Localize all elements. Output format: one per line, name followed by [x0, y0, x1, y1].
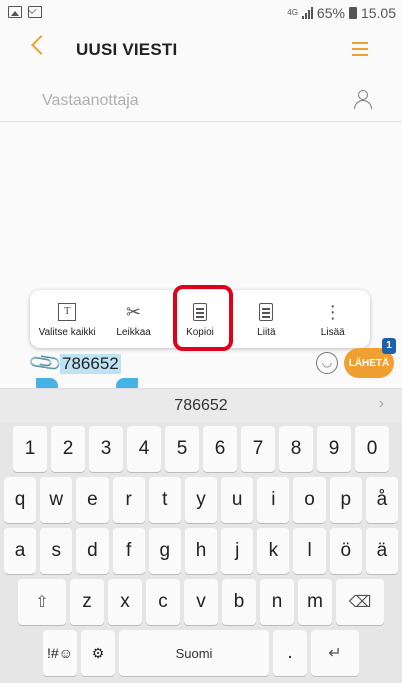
more-button[interactable]: ⋮ Lisää: [304, 293, 362, 345]
message-input[interactable]: 786652: [60, 354, 121, 374]
key[interactable]: c: [146, 579, 180, 625]
cut-label: Leikkaa: [116, 327, 151, 338]
back-arrow-icon[interactable]: [31, 35, 51, 55]
symbols-key[interactable]: !#☺: [43, 630, 77, 676]
paperclip-icon[interactable]: 📎: [27, 344, 65, 382]
key[interactable]: ö: [329, 528, 362, 574]
key[interactable]: b: [222, 579, 256, 625]
contact-icon[interactable]: [354, 90, 372, 110]
key[interactable]: a: [3, 528, 37, 574]
key[interactable]: 9: [317, 426, 351, 472]
key[interactable]: d: [76, 528, 109, 574]
notification-icons: [8, 6, 42, 18]
settings-gear-icon[interactable]: ⚙: [81, 630, 115, 676]
key[interactable]: 8: [279, 426, 313, 472]
select-all-icon: T: [58, 303, 77, 321]
key[interactable]: i: [257, 477, 290, 523]
chevron-right-icon[interactable]: ›: [379, 395, 384, 413]
key[interactable]: z: [70, 579, 104, 625]
select-all-button[interactable]: T Valitse kaikki: [38, 293, 96, 345]
key[interactable]: å: [365, 477, 399, 523]
app-bar: UUSI VIESTI: [0, 28, 402, 74]
space-key[interactable]: Suomi: [119, 630, 269, 676]
key[interactable]: k: [257, 528, 290, 574]
key[interactable]: h: [184, 528, 218, 574]
signal-icon: [301, 7, 313, 19]
emoji-icon[interactable]: ◡: [316, 352, 338, 374]
keyboard: 1 2 3 4 5 6 7 8 9 0 q w e r t y u i o p …: [0, 422, 402, 683]
key[interactable]: w: [40, 477, 73, 523]
message-composer: 📎 786652 ◡ LÄHETÄ 1: [0, 338, 402, 394]
copy-highlight-box: [173, 285, 233, 351]
key[interactable]: x: [108, 579, 142, 625]
key[interactable]: f: [112, 528, 145, 574]
key[interactable]: 6: [203, 426, 237, 472]
key[interactable]: 7: [241, 426, 275, 472]
key[interactable]: u: [221, 477, 254, 523]
period-key[interactable]: .: [273, 630, 307, 676]
paste-icon: [259, 303, 274, 321]
cut-button[interactable]: ✂ Leikkaa: [105, 293, 163, 345]
key[interactable]: m: [298, 579, 332, 625]
key[interactable]: l: [293, 528, 326, 574]
keyboard-row-numbers: 1 2 3 4 5 6 7 8 9 0: [4, 426, 398, 472]
more-vertical-icon: ⋮: [323, 301, 342, 322]
mail-notification-icon: [28, 6, 42, 18]
key[interactable]: n: [260, 579, 294, 625]
key[interactable]: r: [112, 477, 145, 523]
key[interactable]: 0: [355, 426, 389, 472]
status-bar: 4G 65% 15.05: [0, 0, 402, 28]
select-all-label: Valitse kaikki: [38, 327, 96, 338]
key[interactable]: e: [76, 477, 109, 523]
keyboard-row-middle: a s d f g h j k l ö ä: [3, 528, 399, 574]
keyboard-row-bottom: ⇧ z x c v b n m ⌫: [4, 579, 398, 625]
key[interactable]: s: [40, 528, 73, 574]
keyboard-row-function: !#☺ ⚙ Suomi . ↵: [4, 630, 398, 676]
backspace-icon[interactable]: ⌫: [336, 579, 384, 625]
keyboard-row-top: q w e r t y u i o p å: [3, 477, 399, 523]
key[interactable]: 5: [165, 426, 199, 472]
menu-icon[interactable]: [352, 42, 368, 56]
suggestion-bar: 786652 ›: [0, 388, 402, 422]
battery-icon: [348, 7, 357, 19]
suggestion-word[interactable]: 786652: [0, 397, 402, 415]
status-right: 4G 65% 15.05: [287, 5, 396, 21]
gallery-notification-icon: [8, 6, 22, 18]
key[interactable]: 3: [89, 426, 123, 472]
key[interactable]: t: [148, 477, 181, 523]
sim-badge: 1: [382, 338, 396, 354]
key[interactable]: y: [184, 477, 218, 523]
key[interactable]: j: [221, 528, 254, 574]
shift-icon[interactable]: ⇧: [18, 579, 66, 625]
scissors-icon: ✂: [126, 301, 142, 322]
recipient-row: [0, 80, 402, 122]
more-label: Lisää: [320, 327, 345, 338]
paste-label: Liitä: [257, 327, 276, 338]
key[interactable]: 4: [127, 426, 161, 472]
key[interactable]: o: [293, 477, 326, 523]
network-type: 4G: [287, 8, 298, 17]
key[interactable]: p: [329, 477, 362, 523]
key[interactable]: 1: [13, 426, 47, 472]
key[interactable]: ä: [365, 528, 399, 574]
page-title: UUSI VIESTI: [76, 40, 178, 59]
key[interactable]: 2: [51, 426, 85, 472]
paste-button[interactable]: Liitä: [237, 293, 295, 345]
clock: 15.05: [360, 5, 396, 21]
enter-icon[interactable]: ↵: [311, 630, 359, 676]
key[interactable]: q: [3, 477, 37, 523]
battery-percent: 65%: [316, 5, 345, 21]
key[interactable]: g: [148, 528, 181, 574]
key[interactable]: v: [184, 579, 218, 625]
recipient-input[interactable]: [42, 88, 342, 114]
